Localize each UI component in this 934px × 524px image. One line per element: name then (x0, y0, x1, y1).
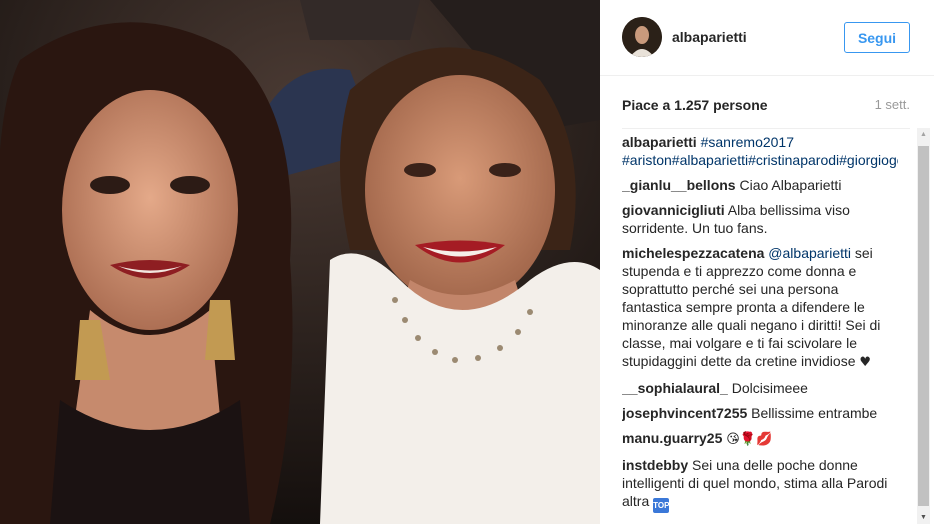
list-item: giovannicigliuti Alba bellissima viso so… (622, 201, 898, 237)
follow-button[interactable]: Segui (844, 22, 910, 53)
comments-scrollbar[interactable]: ▲ ▼ (917, 128, 930, 524)
scrollbar-thumb[interactable] (918, 146, 929, 506)
list-item: _gianlu__bellons Ciao Albaparietti (622, 176, 898, 194)
comment-text: Dolcisimeee (731, 380, 808, 396)
comment-mention[interactable]: @albaparietti (768, 245, 851, 261)
triangle-down-icon[interactable]: ▼ (917, 511, 930, 524)
comment-username[interactable]: michelespezzacatena (622, 245, 764, 261)
post-header: albaparietti Segui (600, 0, 934, 76)
comment-username[interactable]: __sophialaural_ (622, 380, 728, 396)
post-timestamp[interactable]: 1 sett. (875, 97, 910, 112)
comment-text: Bellissime entrambe (751, 405, 878, 421)
list-item: michelespezzacatena @albaparietti sei st… (622, 244, 898, 372)
triangle-up-icon[interactable]: ▲ (917, 128, 930, 141)
list-item: josephvincent7255 Bellissime entrambe (622, 404, 898, 422)
heart-icon: ♥ (859, 355, 872, 370)
comment-text: sei stupenda e ti apprezzo come donna e … (622, 245, 881, 369)
avatar[interactable] (622, 17, 662, 57)
list-item: instdebby Sei una delle poche donne inte… (622, 456, 898, 513)
list-item: manu.guarry25 😘🌹💋 (622, 429, 898, 449)
comment-username[interactable]: josephvincent7255 (622, 405, 747, 421)
caption: albaparietti #sanremo2017 #ariston#albap… (622, 133, 898, 169)
username-link[interactable]: albaparietti (672, 29, 747, 45)
comment-username[interactable]: instdebby (622, 457, 688, 473)
post-sidebar: albaparietti Segui Piace a 1.257 persone… (600, 0, 934, 524)
comment-username[interactable]: albaparietti (622, 134, 697, 150)
comment-username[interactable]: giovannicigliuti (622, 202, 725, 218)
list-item: __sophialaural_ Dolcisimeee (622, 379, 898, 397)
likes-row: Piace a 1.257 persone 1 sett. (622, 92, 910, 129)
post-photo[interactable] (0, 0, 600, 524)
emoji-icon: 😘🌹💋 (726, 432, 773, 447)
top-icon: TOP (653, 498, 669, 513)
comments-list: albaparietti #sanremo2017 #ariston#albap… (622, 133, 898, 524)
likes-count[interactable]: Piace a 1.257 persone (622, 97, 768, 113)
post-viewer: albaparietti Segui Piace a 1.257 persone… (0, 0, 934, 524)
comment-username[interactable]: manu.guarry25 (622, 430, 722, 446)
comment-text: Ciao Albaparietti (739, 177, 842, 193)
comment-username[interactable]: _gianlu__bellons (622, 177, 736, 193)
